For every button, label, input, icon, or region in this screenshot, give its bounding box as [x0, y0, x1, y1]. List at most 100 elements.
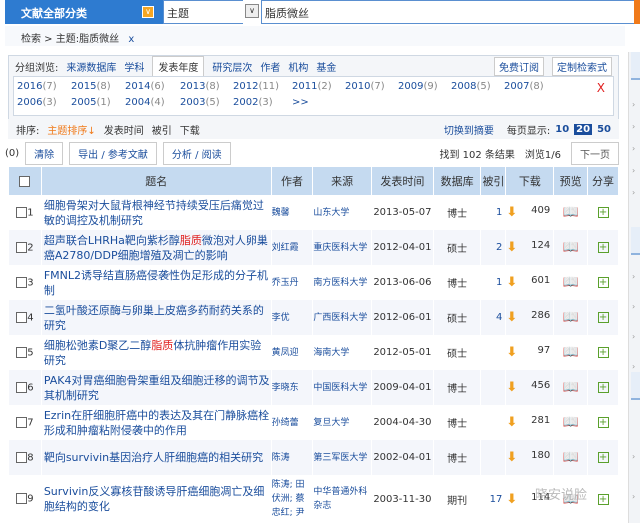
category-select[interactable]: 文献全部分类: [5, 0, 133, 24]
cited-count[interactable]: [481, 370, 506, 405]
download-icon[interactable]: ⬇: [506, 240, 517, 255]
share-plus-icon[interactable]: +: [597, 242, 609, 253]
preview-book-icon[interactable]: 📖: [563, 345, 579, 360]
year-filter-2016[interactable]: 2016(7): [17, 81, 57, 92]
download-icon[interactable]: ⬇: [506, 310, 517, 325]
cited-count[interactable]: [481, 405, 505, 440]
sort-date[interactable]: 发表时间: [104, 122, 144, 137]
share-plus-icon[interactable]: +: [597, 452, 609, 463]
download-icon[interactable]: ⬇: [506, 492, 517, 507]
article-title-link[interactable]: 超声联合LHRHa靶向紫杉醇脂质微泡对人卵巢癌A2780/DDP细胞增殖及凋亡的…: [41, 230, 271, 265]
row-checkbox[interactable]: [16, 206, 28, 218]
tab-level[interactable]: 研究层次: [212, 59, 252, 74]
sort-downloads[interactable]: 下载: [180, 122, 200, 137]
source-link[interactable]: 南方医科大学: [313, 265, 371, 300]
row-checkbox[interactable]: [16, 416, 28, 428]
source-link[interactable]: 广西医科大学: [313, 300, 371, 335]
source-link[interactable]: 海南大学: [313, 335, 371, 370]
sort-cited[interactable]: 被引: [152, 122, 172, 137]
year-filter-2003[interactable]: 2003(5): [180, 97, 220, 108]
per-page-50[interactable]: 50: [597, 124, 611, 135]
next-page-button[interactable]: 下一页: [571, 141, 619, 165]
author-link[interactable]: 李晓东: [271, 370, 313, 405]
per-page-10[interactable]: 10: [555, 124, 569, 135]
row-checkbox[interactable]: [16, 241, 28, 253]
share-plus-icon[interactable]: +: [597, 382, 609, 393]
year-filter-2007[interactable]: 2007(8): [504, 81, 544, 92]
year-filter-2011[interactable]: 2011(2): [292, 81, 332, 92]
row-checkbox[interactable]: [16, 346, 28, 358]
download-icon[interactable]: ⬇: [506, 450, 517, 465]
close-icon[interactable]: X: [597, 81, 605, 95]
article-title-link[interactable]: Survivin反义寡核苷酸诱导肝癌细胞凋亡及细胞结构的变化: [42, 475, 271, 523]
preview-book-icon[interactable]: 📖: [563, 415, 579, 430]
preview-book-icon[interactable]: 📖: [563, 205, 579, 220]
source-link[interactable]: 山东大学: [313, 195, 371, 230]
tab-author[interactable]: 作者: [260, 59, 280, 74]
cited-count[interactable]: 4: [481, 300, 506, 335]
source-link[interactable]: 中华普通外科杂志: [313, 475, 371, 523]
preview-book-icon[interactable]: 📖: [563, 380, 579, 395]
share-plus-icon[interactable]: +: [597, 207, 609, 218]
download-icon[interactable]: ⬇: [506, 380, 517, 395]
cited-count[interactable]: [481, 335, 505, 370]
article-title-link[interactable]: 细胞骨架对大鼠背根神经节持续受压后痛觉过敏的调控及机制研究: [42, 195, 271, 230]
preview-book-icon[interactable]: 📖: [563, 275, 579, 290]
row-checkbox[interactable]: [16, 381, 28, 393]
share-plus-icon[interactable]: +: [597, 417, 609, 428]
article-title-link[interactable]: Ezrin在肝细胞肝癌中的表达及其在门静脉癌栓形成和肿瘤粘附侵袭中的作用: [42, 405, 271, 440]
subscribe-button[interactable]: 免费订阅: [494, 56, 544, 76]
author-link[interactable]: 黄凤迎: [272, 335, 313, 370]
year-filter-2012[interactable]: 2012(11): [233, 81, 279, 92]
clear-button[interactable]: 清除: [25, 141, 64, 165]
article-title-link[interactable]: FMNL2诱导结直肠癌侵袭性伪足形成的分子机制: [42, 265, 271, 300]
article-title-link[interactable]: 二氢叶酸还原酶与卵巢上皮癌多药耐药关系的研究: [41, 300, 271, 335]
category-dropdown-button[interactable]: ∨: [133, 0, 163, 24]
preview-book-icon[interactable]: 📖: [563, 240, 579, 255]
sort-relevance[interactable]: 主题排序↓: [47, 122, 95, 137]
source-link[interactable]: 重庆医科大学: [313, 230, 371, 265]
search-button[interactable]: [634, 0, 640, 24]
cited-count[interactable]: 2: [481, 230, 506, 265]
cited-count[interactable]: [481, 440, 506, 475]
author-link[interactable]: 孙绮蕾: [272, 405, 313, 440]
select-all-checkbox[interactable]: [9, 167, 41, 195]
year-filter-2002[interactable]: 2002(3): [233, 97, 273, 108]
search-input[interactable]: 脂质微丝: [261, 0, 634, 24]
remove-filter-button[interactable]: x: [128, 34, 134, 45]
export-button[interactable]: 导出 / 参考文献: [69, 141, 157, 165]
article-title-link[interactable]: PAK4对胃癌细胞骨架重组及细胞迁移的调节及其机制研究: [41, 370, 271, 405]
field-dropdown-icon[interactable]: ∨: [245, 4, 259, 18]
download-icon[interactable]: ⬇: [506, 205, 517, 220]
row-checkbox[interactable]: [16, 276, 28, 288]
download-icon[interactable]: ⬇: [506, 275, 517, 290]
year-filter-2009[interactable]: 2009(9): [398, 81, 438, 92]
row-checkbox[interactable]: [16, 451, 28, 463]
year-filter-2014[interactable]: 2014(6): [125, 81, 165, 92]
row-checkbox[interactable]: [16, 493, 28, 505]
tab-institution[interactable]: 机构: [288, 59, 308, 74]
preview-book-icon[interactable]: 📖: [563, 450, 579, 465]
analyze-button[interactable]: 分析 / 阅读: [162, 141, 231, 165]
author-link[interactable]: 刘红霞: [271, 230, 313, 265]
preview-book-icon[interactable]: 📖: [563, 310, 579, 325]
article-title-link[interactable]: 靶向survivin基因治疗人肝细胞癌的相关研究: [41, 440, 271, 475]
author-link[interactable]: 乔玉丹: [272, 265, 313, 300]
year-filter-2004[interactable]: 2004(4): [125, 97, 165, 108]
download-icon[interactable]: ⬇: [506, 415, 517, 430]
cited-count[interactable]: 17: [481, 475, 505, 523]
share-plus-icon[interactable]: +: [597, 277, 609, 288]
year-filter-2005[interactable]: 2005(1): [71, 97, 111, 108]
breadcrumb-root[interactable]: 检索: [21, 34, 41, 45]
share-plus-icon[interactable]: +: [597, 312, 609, 323]
more-years-link[interactable]: >>: [292, 97, 309, 108]
custom-query-button[interactable]: 定制检索式: [552, 56, 612, 76]
year-filter-2008[interactable]: 2008(5): [451, 81, 491, 92]
row-checkbox[interactable]: [16, 311, 28, 323]
source-link[interactable]: 第三军医大学: [313, 440, 371, 475]
year-filter-2015[interactable]: 2015(8): [71, 81, 111, 92]
author-link[interactable]: 李优: [271, 300, 313, 335]
switch-abstract-link[interactable]: 切换到摘要: [444, 122, 494, 137]
cited-count[interactable]: 1: [481, 265, 505, 300]
share-plus-icon[interactable]: +: [597, 493, 609, 505]
